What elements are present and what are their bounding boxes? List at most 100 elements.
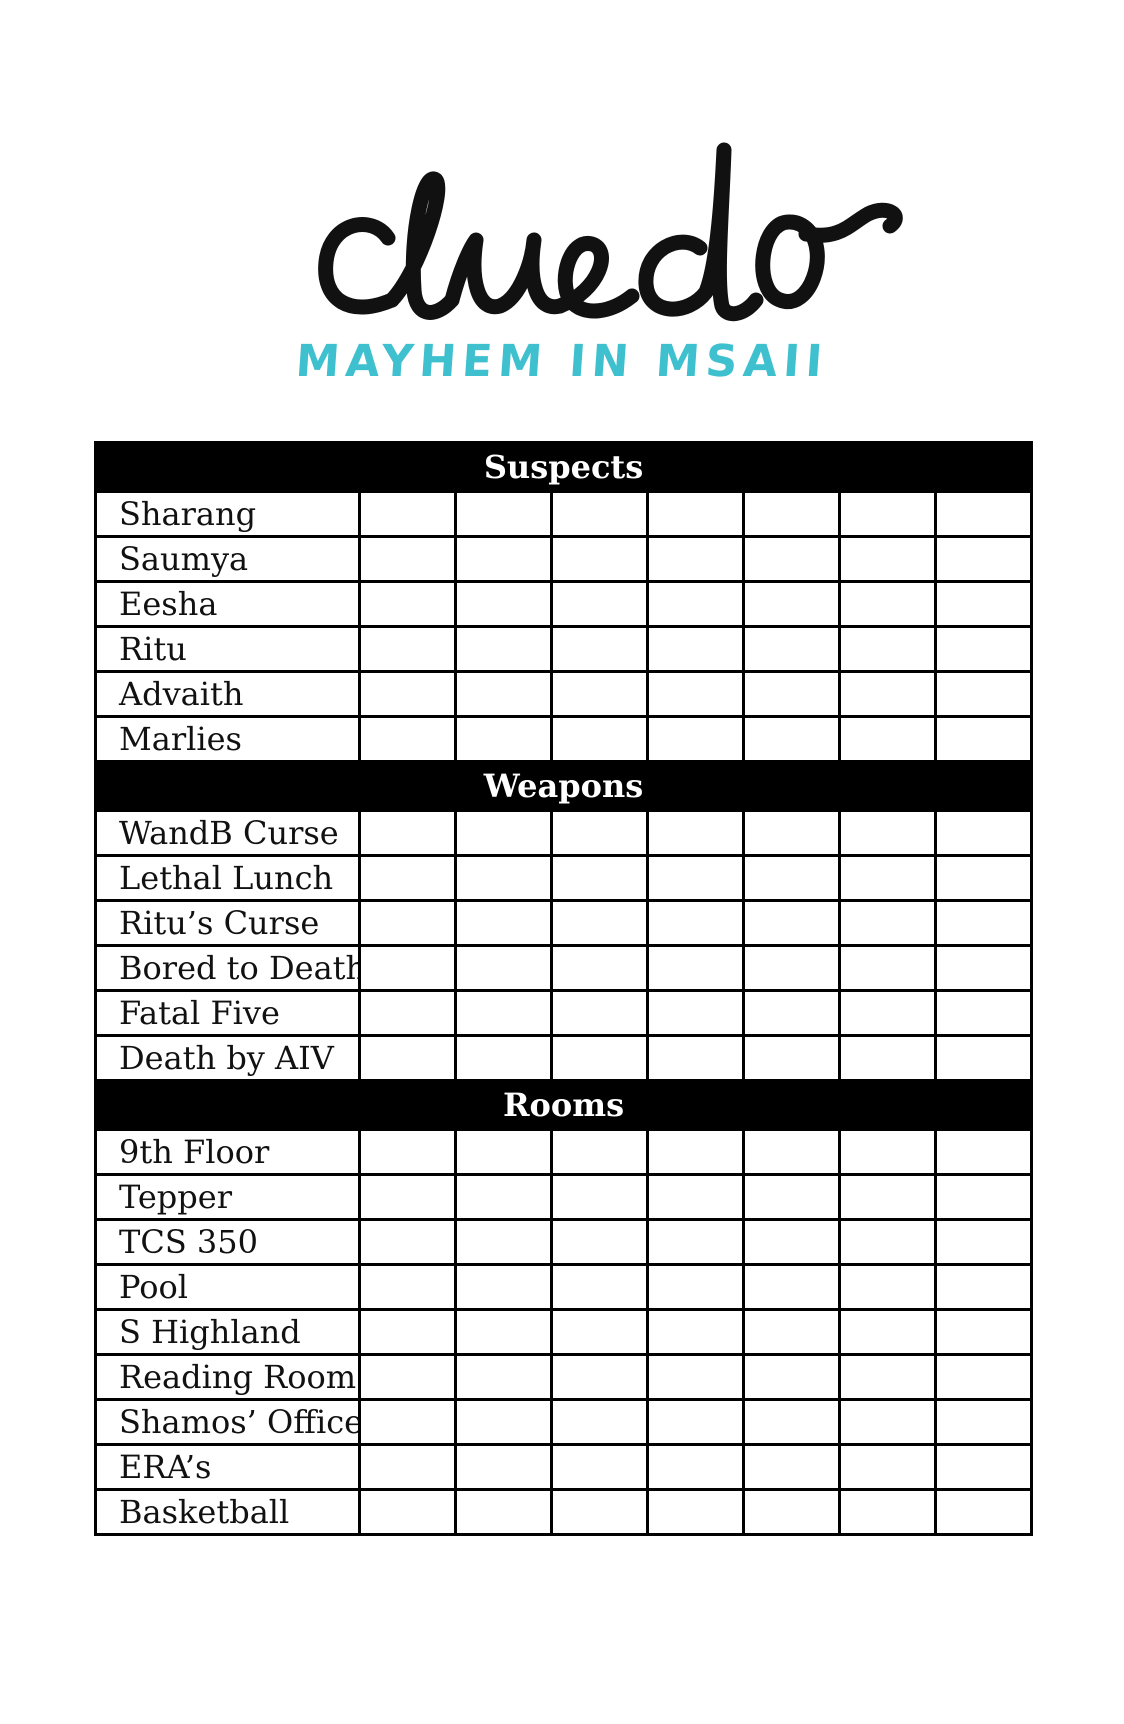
- mark-box[interactable]: [358, 625, 457, 673]
- mark-box[interactable]: [358, 899, 457, 947]
- mark-box[interactable]: [646, 809, 745, 857]
- mark-box[interactable]: [742, 1443, 841, 1491]
- mark-box[interactable]: [358, 944, 457, 992]
- mark-box[interactable]: [454, 1488, 553, 1536]
- mark-box[interactable]: [454, 535, 553, 583]
- mark-box[interactable]: [550, 715, 649, 763]
- mark-box[interactable]: [454, 1128, 553, 1176]
- mark-box[interactable]: [838, 490, 937, 538]
- mark-box[interactable]: [838, 989, 937, 1037]
- mark-box[interactable]: [838, 854, 937, 902]
- mark-box[interactable]: [933, 809, 1034, 857]
- mark-box[interactable]: [358, 490, 457, 538]
- mark-box[interactable]: [646, 1128, 745, 1176]
- mark-box[interactable]: [646, 490, 745, 538]
- mark-box[interactable]: [838, 670, 937, 718]
- mark-box[interactable]: [454, 1398, 553, 1446]
- mark-box[interactable]: [646, 1353, 745, 1401]
- mark-box[interactable]: [454, 1308, 553, 1356]
- mark-box[interactable]: [742, 899, 841, 947]
- mark-box[interactable]: [358, 715, 457, 763]
- mark-box[interactable]: [550, 1034, 649, 1082]
- mark-box[interactable]: [646, 944, 745, 992]
- mark-box[interactable]: [358, 1308, 457, 1356]
- mark-box[interactable]: [646, 580, 745, 628]
- mark-box[interactable]: [838, 1443, 937, 1491]
- mark-box[interactable]: [933, 580, 1034, 628]
- mark-box[interactable]: [454, 1353, 553, 1401]
- mark-box[interactable]: [933, 944, 1034, 992]
- mark-box[interactable]: [742, 1488, 841, 1536]
- mark-box[interactable]: [646, 1263, 745, 1311]
- mark-box[interactable]: [742, 1173, 841, 1221]
- mark-box[interactable]: [933, 1308, 1034, 1356]
- mark-box[interactable]: [454, 854, 553, 902]
- mark-box[interactable]: [550, 1173, 649, 1221]
- mark-box[interactable]: [742, 535, 841, 583]
- mark-box[interactable]: [742, 1128, 841, 1176]
- mark-box[interactable]: [646, 899, 745, 947]
- mark-box[interactable]: [646, 1218, 745, 1266]
- mark-box[interactable]: [742, 580, 841, 628]
- mark-box[interactable]: [742, 1263, 841, 1311]
- mark-box[interactable]: [454, 1443, 553, 1491]
- mark-box[interactable]: [742, 625, 841, 673]
- mark-box[interactable]: [838, 1353, 937, 1401]
- mark-box[interactable]: [454, 1218, 553, 1266]
- mark-box[interactable]: [933, 670, 1034, 718]
- mark-box[interactable]: [933, 1128, 1034, 1176]
- mark-box[interactable]: [550, 1353, 649, 1401]
- mark-box[interactable]: [358, 1353, 457, 1401]
- mark-box[interactable]: [933, 1398, 1034, 1446]
- mark-box[interactable]: [454, 809, 553, 857]
- mark-box[interactable]: [838, 1173, 937, 1221]
- mark-box[interactable]: [933, 490, 1034, 538]
- mark-box[interactable]: [838, 1488, 937, 1536]
- mark-box[interactable]: [550, 670, 649, 718]
- mark-box[interactable]: [358, 535, 457, 583]
- mark-box[interactable]: [838, 1398, 937, 1446]
- mark-box[interactable]: [646, 715, 745, 763]
- mark-box[interactable]: [454, 715, 553, 763]
- mark-box[interactable]: [550, 1128, 649, 1176]
- mark-box[interactable]: [550, 1308, 649, 1356]
- mark-box[interactable]: [358, 1034, 457, 1082]
- mark-box[interactable]: [550, 1443, 649, 1491]
- mark-box[interactable]: [550, 1218, 649, 1266]
- mark-box[interactable]: [358, 1173, 457, 1221]
- mark-box[interactable]: [933, 1034, 1034, 1082]
- mark-box[interactable]: [933, 1443, 1034, 1491]
- mark-box[interactable]: [933, 625, 1034, 673]
- mark-box[interactable]: [358, 1128, 457, 1176]
- mark-box[interactable]: [358, 1488, 457, 1536]
- mark-box[interactable]: [933, 989, 1034, 1037]
- mark-box[interactable]: [646, 535, 745, 583]
- mark-box[interactable]: [838, 580, 937, 628]
- mark-box[interactable]: [358, 670, 457, 718]
- mark-box[interactable]: [933, 535, 1034, 583]
- mark-box[interactable]: [550, 989, 649, 1037]
- mark-box[interactable]: [550, 854, 649, 902]
- mark-box[interactable]: [742, 944, 841, 992]
- mark-box[interactable]: [358, 1398, 457, 1446]
- mark-box[interactable]: [933, 1173, 1034, 1221]
- mark-box[interactable]: [646, 1488, 745, 1536]
- mark-box[interactable]: [742, 1398, 841, 1446]
- mark-box[interactable]: [358, 854, 457, 902]
- mark-box[interactable]: [646, 625, 745, 673]
- mark-box[interactable]: [838, 1263, 937, 1311]
- mark-box[interactable]: [838, 625, 937, 673]
- mark-box[interactable]: [550, 490, 649, 538]
- mark-box[interactable]: [933, 899, 1034, 947]
- mark-box[interactable]: [646, 1308, 745, 1356]
- mark-box[interactable]: [742, 854, 841, 902]
- mark-box[interactable]: [454, 490, 553, 538]
- mark-box[interactable]: [838, 535, 937, 583]
- mark-box[interactable]: [838, 1308, 937, 1356]
- mark-box[interactable]: [838, 899, 937, 947]
- mark-box[interactable]: [454, 989, 553, 1037]
- mark-box[interactable]: [550, 899, 649, 947]
- mark-box[interactable]: [838, 944, 937, 992]
- mark-box[interactable]: [742, 809, 841, 857]
- mark-box[interactable]: [933, 715, 1034, 763]
